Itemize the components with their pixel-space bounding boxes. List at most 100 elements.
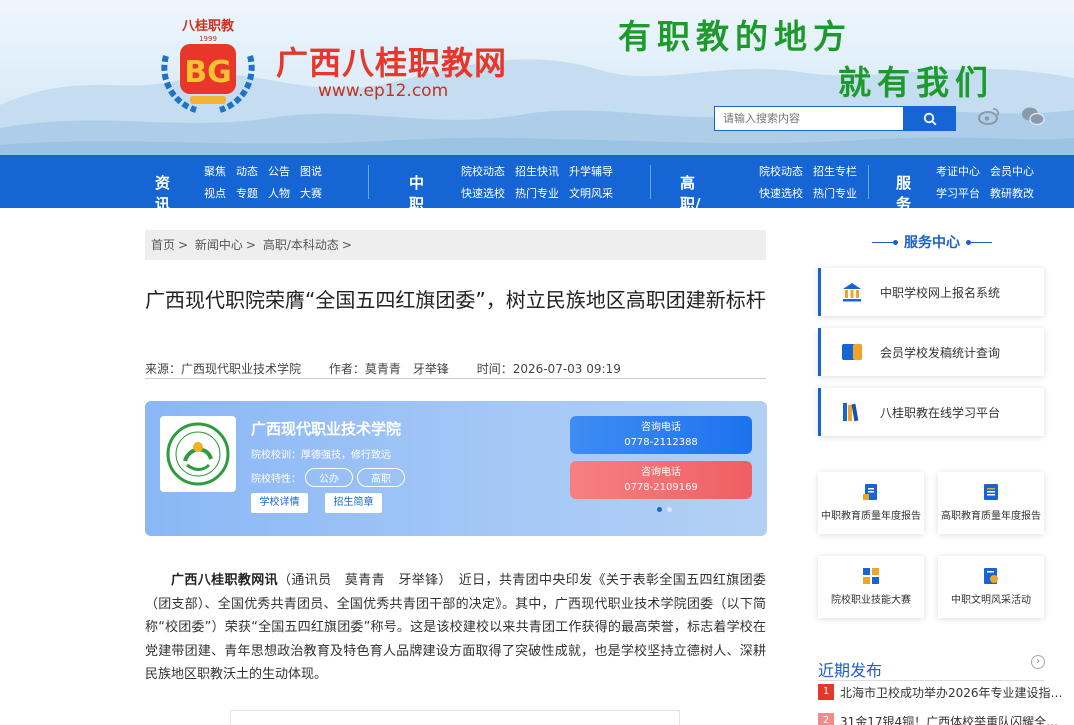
nav-link[interactable]: 招生专栏 [813, 161, 857, 183]
recent-item-title: 31金17银4铜！广西体校举重队闪耀全… [840, 714, 1059, 725]
nav-link[interactable]: 热门专业 [515, 183, 559, 205]
document-icon [984, 484, 998, 500]
nav-title-service[interactable]: 服务 [896, 172, 911, 214]
recent-rank-badge: 2 [818, 713, 834, 725]
logo-year: 1999 [199, 35, 217, 43]
service-item-label: 会员学校发稿统计查询 [880, 345, 1001, 360]
nav-link[interactable]: 快速选校 [759, 183, 803, 205]
nav-links-secondary: 院校动态 快速选校 招生快讯 热门专业 升学辅导 文明风采 [461, 161, 613, 205]
phone-label: 咨询电话 [641, 422, 681, 433]
nav-link[interactable]: 院校动态 [759, 161, 803, 183]
breadcrumb-higher-news[interactable]: 高职/本科动态 [263, 238, 339, 252]
service-item-label: 八桂职教在线学习平台 [880, 405, 1001, 420]
site-name[interactable]: 广西八桂职教网 [276, 38, 507, 84]
building-icon [843, 283, 861, 302]
nav-link[interactable]: 会员中心 [990, 161, 1034, 183]
main-nav: 资讯 聚焦 视点 动态 专题 公告 人物 图说 大赛 中职 院校动态 快速选校 … [0, 155, 1074, 255]
quick-link-civilization-style[interactable]: 中职文明风采活动 [938, 556, 1044, 618]
article-time: 时间：2026-07-03 09:19 [476, 362, 621, 376]
consult-phone-1[interactable]: 咨询电话 0778-2112388 [570, 416, 752, 454]
nav-links-higher: 院校动态 快速选校 招生专栏 热门专业 [759, 161, 857, 205]
nav-title-news[interactable]: 资讯 [155, 172, 170, 214]
nav-link[interactable]: 动态 [236, 161, 258, 183]
school-logo[interactable] [160, 416, 236, 492]
quick-link-label: 院校职业技能大赛 [831, 595, 911, 606]
grid-blocks-icon [863, 568, 879, 584]
quick-link-skills-contest[interactable]: 院校职业技能大赛 [818, 556, 924, 618]
nav-link[interactable]: 热门专业 [813, 183, 857, 205]
site-url[interactable]: www.ep12.com [318, 81, 448, 101]
school-name[interactable]: 广西现代职业技术学院 [251, 418, 401, 439]
quick-link-higher-report[interactable]: 高职教育质量年度报告 [938, 472, 1044, 534]
nav-link[interactable]: 聚焦 [204, 161, 226, 183]
recent-heading: 近期发布 [818, 657, 1044, 681]
article-meta: 来源：广西现代职业技术学院 作者：莫青青 牙举锋 时间：2026-07-03 0… [145, 360, 766, 379]
service-item-label: 中职学校网上报名系统 [880, 285, 1001, 300]
carousel-dot[interactable] [657, 507, 662, 512]
nav-link[interactable]: 快速选校 [461, 183, 505, 205]
article-title: 广西现代职院荣膺“全国五四红旗团委”，树立民族地区高职团建新标杆 [145, 288, 766, 312]
slogan-line-1: 有职教的地方 [618, 17, 852, 56]
school-tag: 公办 [305, 468, 353, 487]
recent-item[interactable]: 2 31金17银4铜！广西体校举重队闪耀全… [818, 712, 1064, 725]
nav-link[interactable]: 院校动态 [461, 161, 505, 183]
nav-link[interactable]: 公告 [268, 161, 290, 183]
recent-more-button[interactable]: › [1031, 655, 1045, 669]
nav-divider [650, 165, 651, 199]
recent-rank-badge: 1 [818, 684, 834, 700]
breadcrumb-news-center[interactable]: 新闻中心 [195, 238, 243, 252]
breadcrumb-separator: > [178, 238, 189, 252]
recent-item[interactable]: 1 北海市卫校成功举办2026年专业建设指… [818, 683, 1064, 701]
nav-links-news: 聚焦 视点 动态 专题 公告 人物 图说 大赛 [204, 161, 322, 205]
nav-link[interactable]: 图说 [300, 161, 322, 183]
search-input[interactable] [714, 106, 904, 131]
phone-number: 0778-2112388 [624, 437, 698, 448]
search-button[interactable] [904, 106, 956, 131]
service-center-title: 服务中心 [904, 235, 960, 251]
nav-link[interactable]: 人物 [268, 183, 290, 205]
quick-link-secondary-report[interactable]: 中职教育质量年度报告 [818, 472, 924, 534]
nav-divider [868, 165, 869, 199]
nav-link[interactable]: 教研教改 [990, 183, 1034, 205]
service-item-online-enrollment[interactable]: 中职学校网上报名系统 [818, 268, 1044, 316]
report-icon [863, 484, 877, 500]
svg-text:BG: BG [184, 55, 232, 90]
nav-link[interactable]: 专题 [236, 183, 258, 205]
site-header: 八桂职教 1999 BG 广西八桂职教网 www.ep12.com 有职教的地方… [0, 0, 1074, 155]
nav-link[interactable]: 考证中心 [936, 161, 980, 183]
nav-link[interactable]: 招生快讯 [515, 161, 559, 183]
nav-link[interactable]: 大赛 [300, 183, 322, 205]
school-card: 广西现代职业技术学院 院校校训：厚德强技，修行致远 院校特性： 公办 高职 学校… [145, 401, 767, 536]
weibo-icon[interactable] [977, 106, 1001, 126]
wechat-icon[interactable] [1021, 106, 1045, 126]
certificate-icon [984, 568, 998, 584]
school-motto: 院校校训：厚德强技，修行致远 [251, 450, 391, 461]
school-detail-button[interactable]: 学校详情 [251, 493, 308, 513]
breadcrumb-home[interactable]: 首页 [151, 238, 175, 252]
school-tag: 高职 [357, 468, 405, 487]
carousel-dots [657, 507, 672, 512]
nav-link[interactable]: 文明风采 [569, 183, 613, 205]
school-features: 院校特性： 公办 高职 [251, 468, 405, 487]
article-image-frame [230, 710, 680, 725]
article-lead: 广西八桂职教网讯 [171, 573, 278, 588]
nav-link[interactable]: 学习平台 [936, 183, 980, 205]
phone-number: 0778-2109169 [624, 482, 698, 493]
article-body: 广西八桂职教网讯（通讯员 莫青青 牙举锋） 近日，共青团中央印发《关于表彰全国五… [145, 569, 766, 687]
article-body-text: （通讯员 莫青青 牙举锋） 近日，共青团中央印发《关于表彰全国五四红旗团委（团支… [145, 573, 766, 682]
quick-link-label: 中职教育质量年度报告 [821, 511, 921, 522]
breadcrumb: 首页 > 新闻中心 > 高职/本科动态 > [145, 230, 766, 260]
breadcrumb-separator: > [245, 238, 256, 252]
nav-link[interactable]: 升学辅导 [569, 161, 613, 183]
carousel-dot[interactable] [667, 507, 672, 512]
site-logo[interactable]: 八桂职教 1999 BG [148, 10, 268, 120]
phone-label: 咨询电话 [641, 467, 681, 478]
admission-brochure-button[interactable]: 招生简章 [325, 493, 382, 513]
service-item-online-learning[interactable]: 八桂职教在线学习平台 [818, 388, 1044, 436]
nav-link[interactable]: 视点 [204, 183, 226, 205]
consult-phone-2[interactable]: 咨询电话 0778-2109169 [570, 461, 752, 499]
heading-decoration [872, 239, 898, 245]
service-item-article-stats[interactable]: 会员学校发稿统计查询 [818, 328, 1044, 376]
nav-title-secondary[interactable]: 中职 [409, 172, 424, 214]
search-bar [714, 106, 956, 131]
